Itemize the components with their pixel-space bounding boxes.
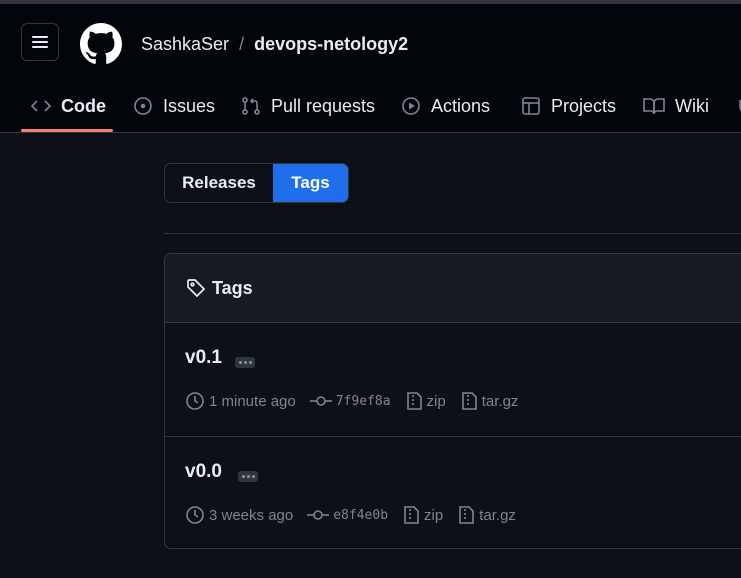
ellipsis-expander-button[interactable] (238, 471, 258, 482)
git-pull-request-icon (242, 97, 260, 115)
tab-actions-label: Actions (431, 95, 491, 116)
tags-box: Tags v0.1 1 minute ago 7f9ef8a zip tar.g… (164, 253, 741, 549)
download-zip[interactable]: zip (405, 391, 446, 411)
table-icon (522, 97, 540, 115)
commit-sha-link[interactable]: 7f9ef8a (336, 394, 391, 409)
breadcrumb-separator: / (239, 34, 245, 54)
tag-row: v0.0 3 weeks ago e8f4e0b zip tar.gz (165, 436, 741, 549)
shield-icon (739, 99, 741, 112)
file-zip-icon (461, 392, 477, 410)
tag-meta: 1 minute ago 7f9ef8a zip tar.gz (185, 391, 532, 411)
tag-name-link[interactable]: v0.1 (185, 347, 222, 369)
book-icon (643, 98, 665, 115)
play-icon (402, 97, 420, 115)
clock-icon (186, 392, 204, 410)
breadcrumb: SashkaSer / devops-netology2 (141, 34, 408, 55)
git-commit-icon (309, 396, 332, 406)
tab-code-label: Code (61, 95, 106, 116)
repo-nav-tabs: Code Issues Pull requests Actions Projec… (0, 80, 741, 132)
download-targz[interactable]: tar.gz (460, 391, 519, 411)
tab-wiki-label: Wiki (675, 95, 709, 116)
releases-tags-toggle: Releases Tags (164, 163, 349, 203)
tab-projects[interactable]: Projects (521, 80, 616, 132)
repo-header: SashkaSer / devops-netology2 Code Issues… (0, 4, 741, 133)
commit-sha-link[interactable]: e8f4e0b (333, 508, 388, 523)
zip-link[interactable]: zip (424, 507, 443, 524)
hamburger-icon (32, 36, 48, 48)
tab-issues[interactable]: Issues (133, 80, 215, 132)
tag-commit[interactable]: 7f9ef8a (309, 394, 391, 409)
tab-pull-requests[interactable]: Pull requests (241, 80, 375, 132)
download-zip[interactable]: zip (402, 505, 443, 525)
targz-link[interactable]: tar.gz (482, 393, 519, 410)
tag-time-text: 3 weeks ago (209, 506, 294, 524)
tag-icon (187, 279, 206, 298)
tag-time: 3 weeks ago (185, 505, 293, 525)
targz-link[interactable]: tar.gz (479, 507, 516, 524)
tag-meta: 3 weeks ago e8f4e0b zip tar.gz (185, 505, 530, 525)
tab-code[interactable]: Code (31, 80, 106, 132)
menu-button[interactable] (21, 23, 59, 61)
repo-owner-link[interactable]: SashkaSer (141, 34, 229, 55)
clock-icon (186, 506, 204, 524)
repo-name-link[interactable]: devops-netology2 (254, 34, 408, 55)
ellipsis-expander-button[interactable] (235, 357, 255, 368)
tag-commit[interactable]: e8f4e0b (307, 508, 388, 523)
tag-name-link[interactable]: v0.0 (185, 461, 222, 483)
tab-wiki[interactable]: Wiki (643, 80, 709, 132)
file-zip-icon (404, 506, 419, 524)
tab-issues-label: Issues (163, 95, 216, 116)
tag-time: 1 minute ago (185, 391, 296, 411)
tag-time-text: 1 minute ago (209, 392, 296, 410)
file-zip-icon (459, 506, 475, 524)
tags-box-header: Tags (165, 254, 741, 323)
tab-projects-label: Projects (551, 95, 617, 116)
releases-button[interactable]: Releases (165, 164, 273, 202)
tags-box-title: Tags (212, 277, 253, 298)
code-icon (31, 100, 51, 112)
file-zip-icon (406, 392, 422, 410)
tab-pull-requests-label: Pull requests (271, 95, 376, 116)
github-logo-icon[interactable] (80, 23, 122, 65)
issue-opened-icon (134, 97, 152, 115)
tags-button[interactable]: Tags (273, 164, 348, 202)
tab-overflow-partial[interactable] (737, 80, 741, 132)
active-tab-underline (21, 129, 113, 132)
download-targz[interactable]: tar.gz (457, 505, 516, 525)
zip-link[interactable]: zip (427, 393, 446, 410)
section-divider (164, 233, 741, 234)
tag-row: v0.1 1 minute ago 7f9ef8a zip tar.gz (165, 323, 741, 436)
tab-actions[interactable]: Actions (401, 80, 490, 132)
git-commit-icon (307, 510, 330, 520)
